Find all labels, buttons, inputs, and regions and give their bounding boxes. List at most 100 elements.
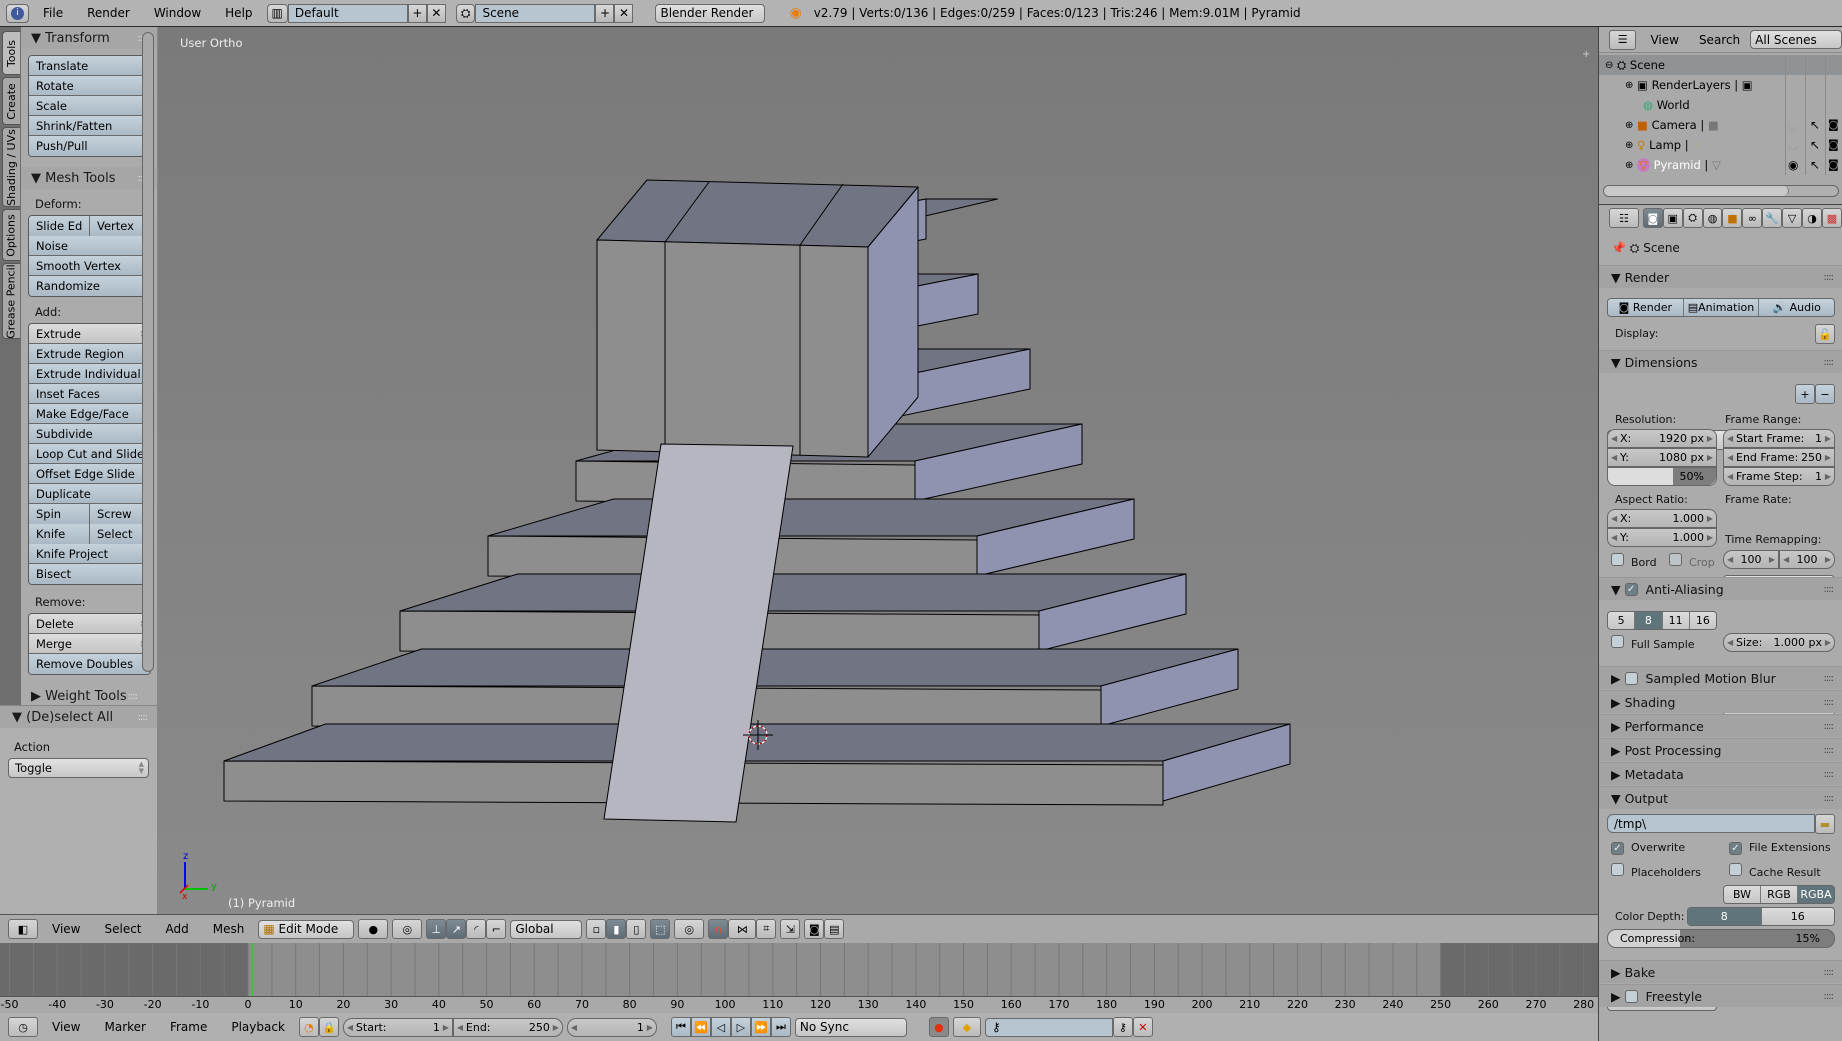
subdivide-button[interactable]: Subdivide <box>29 424 150 444</box>
context-texture[interactable]: ▩ <box>1822 208 1842 228</box>
rotate-manipulator[interactable]: ◜ <box>466 919 487 939</box>
browse-folder-button[interactable]: ▬ <box>1815 814 1835 834</box>
color-depth-8[interactable]: 8 <box>1688 908 1761 925</box>
color-mode-rgb[interactable]: RGB <box>1760 886 1797 903</box>
opengl-render-button[interactable]: ◙ <box>804 919 825 939</box>
aa-samples-16[interactable]: 16 <box>1688 612 1716 629</box>
menu-select[interactable]: Select <box>94 922 151 936</box>
cache-result-checkbox[interactable]: Cache Result <box>1729 863 1821 879</box>
post-processing-panel-header[interactable]: ▶ Post Processing:::: <box>1599 738 1842 761</box>
expand-icon[interactable]: ⊕ <box>1625 80 1633 91</box>
scale-button[interactable]: Scale <box>29 96 150 116</box>
visibility-eye-icon[interactable]: ◡ <box>1788 138 1798 152</box>
pivot-point-select[interactable]: ◎ <box>392 919 423 939</box>
drag-grip-icon[interactable]: :::: <box>1824 793 1835 804</box>
snap-target-select[interactable]: ⌗ <box>756 919 777 939</box>
limit-selection-toggle[interactable]: ⬚ <box>650 919 671 939</box>
end-frame-field[interactable]: ◀ End: 250 ▶ <box>452 1017 563 1037</box>
color-mode-rgba[interactable]: RGBA <box>1797 886 1834 903</box>
extrude-dropdown[interactable]: Extrude▲▼ <box>29 324 150 344</box>
freestyle-checkbox[interactable] <box>1624 989 1638 1003</box>
bisect-button[interactable]: Bisect <box>29 564 150 584</box>
drag-grip-icon[interactable]: :::: <box>128 691 139 702</box>
scene-field[interactable]: Scene <box>475 3 596 23</box>
anti-aliasing-checkbox[interactable]: ✓ <box>1624 582 1638 596</box>
editor-type-button[interactable]: ☰ <box>1609 29 1637 50</box>
context-data[interactable]: ▽ <box>1782 208 1803 228</box>
merge-dropdown[interactable]: Merge▲▼ <box>29 634 150 654</box>
timeline-editor[interactable]: -50 -40 -30 -20 -10 0 10 20 30 40 50 60 70 80 90 100 110… <box>0 943 1598 1014</box>
expand-icon[interactable]: ⊕ <box>1625 140 1633 151</box>
rotate-button[interactable]: Rotate <box>29 76 150 96</box>
vertex-slide-button[interactable]: Vertex <box>89 216 150 236</box>
inset-faces-button[interactable]: Inset Faces <box>29 384 150 404</box>
context-render[interactable]: ◙ <box>1642 208 1663 228</box>
context-constraints[interactable]: ∞ <box>1742 208 1763 228</box>
context-render-layers[interactable]: ▣ <box>1662 208 1683 228</box>
drag-grip-icon[interactable]: :::: <box>1824 967 1835 978</box>
tab-options[interactable]: Options <box>2 209 20 261</box>
file-extensions-checkbox[interactable]: ✓ File Extensions <box>1729 841 1831 855</box>
menu-window[interactable]: Window <box>144 6 211 20</box>
3d-viewport[interactable]: User Ortho z y x (1) Pyramid + <box>158 27 1598 914</box>
checkbox[interactable] <box>1669 553 1682 566</box>
performance-panel-header[interactable]: ▶ Performance:::: <box>1599 714 1842 737</box>
render-engine-select[interactable]: Blender Render <box>655 3 766 23</box>
context-world[interactable]: ◍ <box>1702 208 1723 228</box>
mesh-tools-toggle[interactable]: ⇲ <box>780 919 801 939</box>
jump-keyframe-forward-button[interactable]: ⏩ <box>750 1017 771 1037</box>
push-pull-button[interactable]: Push/Pull <box>29 136 150 156</box>
menu-mesh[interactable]: Mesh <box>203 922 255 936</box>
randomize-button[interactable]: Randomize <box>29 276 150 296</box>
placeholders-checkbox[interactable]: Placeholders <box>1611 863 1701 879</box>
add-layout-button[interactable]: + <box>407 3 427 23</box>
context-modifiers[interactable]: 🔧 <box>1762 208 1783 228</box>
menu-marker[interactable]: Marker <box>94 1020 155 1034</box>
drag-grip-icon[interactable]: :::: <box>1824 697 1835 708</box>
end-frame-field[interactable]: ◀ End Frame: 250 ▶ <box>1723 448 1835 467</box>
scene-button[interactable]: ⛭ <box>455 3 476 23</box>
display-mode-select[interactable]: All Scenes <box>1750 30 1842 49</box>
scrollbar-thumb[interactable] <box>1604 186 1789 196</box>
lock-time-toggle[interactable]: 🔒 <box>318 1017 339 1037</box>
lock-interface-toggle[interactable]: 🔓 <box>1815 324 1835 344</box>
crop-checkbox[interactable]: Crop <box>1669 553 1715 569</box>
outliner-scrollbar[interactable] <box>1603 185 1839 197</box>
editor-type-button[interactable]: ☷ <box>1609 208 1639 228</box>
metadata-panel-header[interactable]: ▶ Metadata:::: <box>1599 762 1842 785</box>
pyramid-mesh[interactable]: z y x <box>158 27 1598 914</box>
overwrite-checkbox[interactable]: ✓ Overwrite <box>1611 841 1685 855</box>
offset-edge-slide-button[interactable]: Offset Edge Slide <box>29 464 150 484</box>
screw-button[interactable]: Screw <box>89 504 150 524</box>
opengl-animation-button[interactable]: ▤ <box>824 919 845 939</box>
render-panel-header[interactable]: ▼ Render:::: <box>1599 265 1842 288</box>
select-cursor-icon[interactable]: ↖ <box>1810 158 1820 172</box>
resolution-x-field[interactable]: ◀ X: 1920 px ▶ <box>1607 429 1717 448</box>
vertex-select-mode[interactable]: ▫ <box>586 919 607 939</box>
menu-frame[interactable]: Frame <box>160 1020 217 1034</box>
color-mode-bw[interactable]: BW <box>1724 886 1760 903</box>
dimensions-panel-header[interactable]: ▼ Dimensions:::: <box>1599 350 1842 373</box>
audio-button[interactable]: 🔊 Audio <box>1758 299 1834 316</box>
jump-end-button[interactable]: ⏭ <box>770 1017 791 1037</box>
translate-manipulator[interactable]: ↗ <box>446 919 467 939</box>
insert-keyframe-button[interactable]: ⚷ <box>1112 1017 1133 1037</box>
screen-layout-field[interactable]: Default <box>287 3 408 23</box>
tool-shelf-scrollbar[interactable] <box>142 32 154 672</box>
animation-button[interactable]: ▤ Animation <box>1682 299 1759 316</box>
make-edge-face-button[interactable]: Make Edge/Face <box>29 404 150 424</box>
snap-element-select[interactable]: ⋈ <box>728 919 757 939</box>
drag-grip-icon[interactable]: :::: <box>1824 745 1835 756</box>
drag-grip-icon[interactable]: :::: <box>1824 721 1835 732</box>
transform-panel-header[interactable]: ▼ Transform:::: <box>21 27 157 49</box>
timeline-track[interactable] <box>0 943 1598 996</box>
jump-start-button[interactable]: ⏮ <box>670 1017 691 1037</box>
drag-grip-icon[interactable]: :::: <box>138 712 149 723</box>
menu-add[interactable]: Add <box>156 922 199 936</box>
play-reverse-button[interactable]: ◁ <box>710 1017 731 1037</box>
add-scene-button[interactable]: + <box>595 3 615 23</box>
deselect-all-panel-header[interactable]: ▼ (De)select All:::: <box>0 706 157 728</box>
aspect-x-field[interactable]: ◀ X: 1.000 ▶ <box>1607 509 1717 528</box>
slide-edge-button[interactable]: Slide Ed <box>29 216 89 236</box>
knife-project-button[interactable]: Knife Project <box>29 544 150 564</box>
